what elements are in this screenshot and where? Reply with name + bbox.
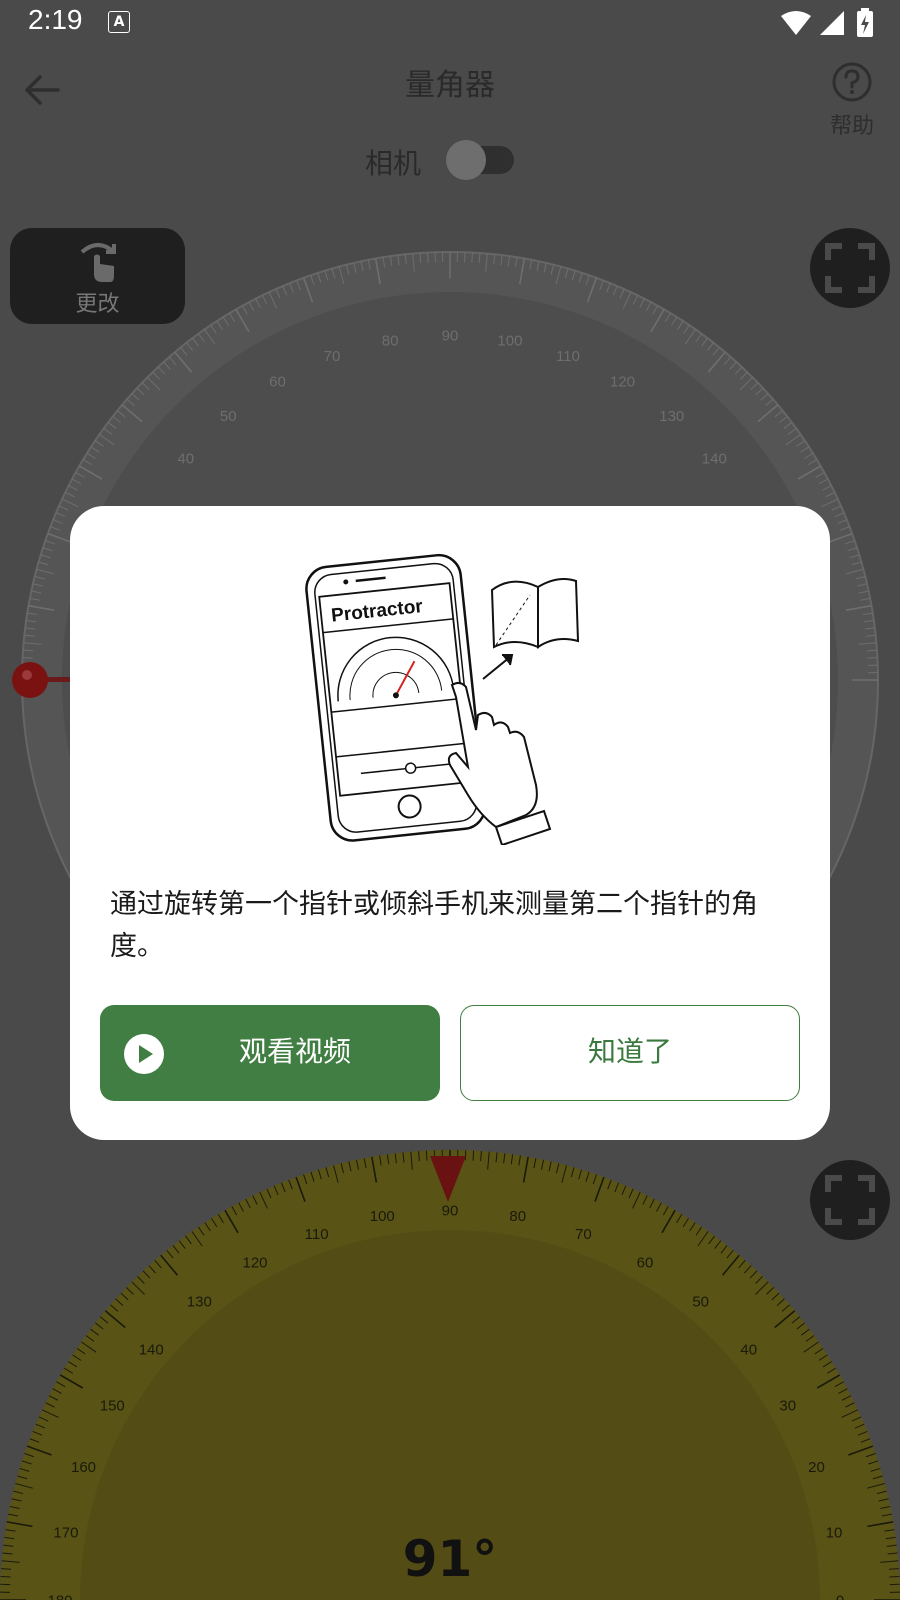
scale-label: 50	[692, 1293, 709, 1310]
scale-label: 30	[779, 1397, 796, 1414]
question-circle-icon[interactable]	[830, 60, 874, 104]
tutorial-illustration: Protractor	[305, 553, 580, 845]
got-it-label[interactable]: 知道了	[460, 1030, 800, 1070]
dialog-message: 通过旋转第一个指针或倾斜手机来测量第二个指针的角度。	[110, 889, 758, 962]
status-bar: 2:19 A	[0, 0, 900, 48]
scale-tick	[23, 649, 34, 652]
scale-label: 70	[324, 348, 341, 365]
scale-label: 150	[100, 1397, 125, 1414]
scale-label: 60	[269, 373, 286, 390]
scale-label: 90	[442, 1202, 459, 1219]
scale-label: 60	[637, 1255, 654, 1272]
scale-tick	[0, 1575, 11, 1578]
scale-label: 20	[808, 1459, 825, 1476]
scale-label: 120	[242, 1255, 267, 1272]
scale-label: 100	[370, 1208, 395, 1225]
angle-reading: 91°	[402, 1530, 498, 1588]
scale-tick	[472, 1150, 475, 1161]
change-button-label[interactable]: 更改	[10, 286, 185, 318]
scale-label: 130	[659, 408, 684, 425]
watch-video-label[interactable]: 观看视频	[100, 1030, 490, 1070]
scale-tick	[22, 657, 33, 659]
scale-label: 80	[382, 332, 399, 349]
scale-tick	[480, 1151, 482, 1162]
scale-tick	[427, 252, 429, 263]
battery-icon	[857, 8, 873, 37]
camera-toggle-thumb[interactable]	[446, 140, 486, 180]
signal-icon	[820, 11, 844, 35]
scale-label: 90	[442, 327, 459, 344]
scale-tick	[418, 1151, 420, 1162]
scale-tick	[867, 657, 878, 659]
scale-label: 180	[47, 1592, 72, 1600]
help-label[interactable]: 帮助	[814, 108, 890, 140]
scale-label: 170	[53, 1525, 78, 1542]
scale-tick	[471, 252, 473, 263]
wifi-icon	[781, 11, 811, 35]
scale-tick	[888, 1568, 899, 1570]
scale-label: 120	[610, 373, 635, 390]
scale-label: 130	[187, 1293, 212, 1310]
scale-label: 40	[740, 1342, 757, 1359]
scale-tick	[1, 1568, 12, 1570]
scale-label: 70	[575, 1226, 592, 1243]
scale-label: 140	[702, 450, 727, 467]
scale-tick	[478, 253, 481, 264]
scale-label: 50	[220, 408, 237, 425]
scale-tick	[425, 1150, 428, 1161]
scale-label: 110	[305, 1226, 329, 1243]
scale-label: 140	[139, 1342, 164, 1359]
page-title: 量角器	[405, 68, 495, 103]
scale-label: 80	[509, 1208, 526, 1225]
scale-label: 10	[826, 1525, 843, 1542]
scale-label: 40	[177, 450, 194, 467]
status-time: 2:19	[28, 4, 83, 35]
fullscreen-icon	[825, 243, 875, 293]
fullscreen-top-button[interactable]	[810, 228, 890, 308]
rotate-hand-icon	[80, 243, 116, 282]
scale-tick	[419, 253, 422, 264]
scale-label: 110	[556, 348, 580, 365]
camera-label: 相机	[365, 147, 422, 180]
scale-tick	[889, 1575, 900, 1578]
notification-icon: A	[108, 11, 130, 33]
scale-label: 0	[836, 1592, 844, 1600]
scale-tick	[866, 649, 877, 652]
scale-label: 160	[71, 1459, 96, 1476]
scale-label: 100	[497, 332, 522, 349]
